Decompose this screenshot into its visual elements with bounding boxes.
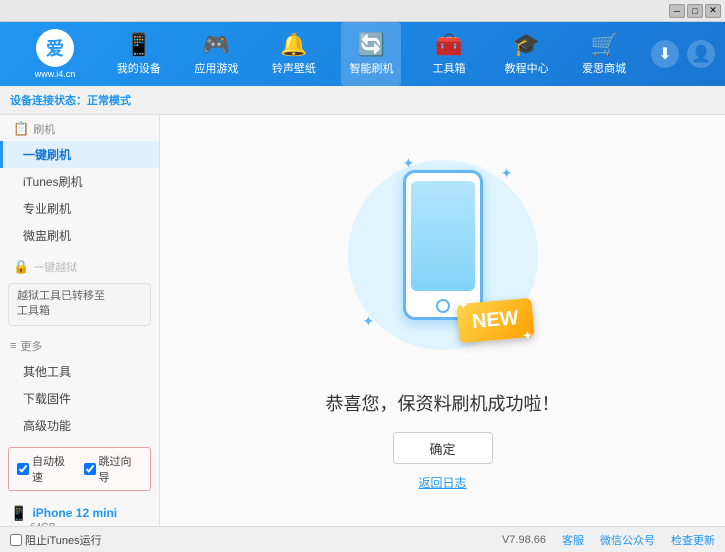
stop-itunes-label: 阻止iTunes运行: [25, 532, 102, 548]
store-icon: 🛒: [590, 32, 617, 58]
nav-my-device[interactable]: 📱 我的设备: [109, 22, 169, 86]
header: 爱 www.i4.cn 📱 我的设备 🎮 应用游戏 🔔 铃声壁纸 🔄 智能刷机 …: [0, 22, 725, 86]
apps-label: 应用游戏: [194, 60, 238, 76]
nav-apps-games[interactable]: 🎮 应用游戏: [186, 22, 246, 86]
auto-speed-input[interactable]: [17, 463, 29, 475]
my-device-icon: 📱: [125, 32, 152, 58]
nav-ringtone[interactable]: 🔔 铃声壁纸: [264, 22, 324, 86]
maximize-btn[interactable]: □: [687, 4, 703, 18]
sparkle-2: ✦: [501, 165, 513, 182]
sidebar-item-other-tools[interactable]: 其他工具: [0, 358, 159, 385]
my-device-label: 我的设备: [117, 60, 161, 76]
minimize-btn[interactable]: ─: [669, 4, 685, 18]
header-right: ⬇ 👤: [651, 40, 715, 68]
status-value: 正常模式: [87, 95, 131, 107]
apps-icon: 🎮: [203, 32, 230, 58]
ringtone-icon: 🔔: [280, 32, 307, 58]
nav-store[interactable]: 🛒 爱思商城: [574, 22, 634, 86]
account-btn[interactable]: 👤: [687, 40, 715, 68]
bottom-bar: 阻止iTunes运行 V7.98.66 客服 微信公众号 检查更新: [0, 526, 725, 552]
sidebar-item-pro-flash[interactable]: 专业刷机: [0, 195, 159, 222]
nav-toolbox[interactable]: 🧰 工具箱: [419, 22, 479, 86]
sidebar-item-itunes-flash[interactable]: iTunes刷机: [0, 168, 159, 195]
device-area: 📱 iPhone 12 mini 64GB Down-12mini-13,1: [0, 499, 159, 526]
logo-icon: 爱: [36, 29, 74, 67]
stop-itunes-input[interactable]: [10, 534, 22, 546]
jailbreak-label: 一键越狱: [33, 259, 77, 275]
wechat-link[interactable]: 微信公众号: [600, 532, 655, 548]
device-storage: 64GB: [30, 522, 149, 526]
content-area: ✦ ✦ ✦ NEW 恭喜您，保资料刷机成功啦！ 确定 返回日志: [160, 115, 725, 526]
sidebar: 📋 刷机 一键刷机 iTunes刷机 专业刷机 微盅刷机 🔒 一键越狱 越狱工具…: [0, 115, 160, 526]
stop-itunes-checkbox[interactable]: 阻止iTunes运行: [10, 532, 102, 548]
logo-area[interactable]: 爱 www.i4.cn: [10, 29, 100, 79]
tutorial-label: 教程中心: [505, 60, 549, 76]
jailbreak-section: 🔒 一键越狱: [0, 253, 159, 279]
tutorial-icon: 🎓: [513, 32, 540, 58]
pro-flash-label: 专业刷机: [23, 202, 71, 216]
update-link[interactable]: 检查更新: [671, 532, 715, 548]
download-btn[interactable]: ⬇: [651, 40, 679, 68]
downgrade-flash-label: 微盅刷机: [23, 229, 71, 243]
more-label: 更多: [20, 338, 42, 354]
support-link[interactable]: 客服: [562, 532, 584, 548]
download-firmware-label: 下载固件: [23, 392, 71, 406]
auto-speed-label: 自动极速: [32, 453, 76, 485]
smart-flash-icon: 🔄: [358, 32, 385, 58]
flash-section-title: 📋 刷机: [0, 115, 159, 141]
skip-wizard-input[interactable]: [84, 463, 96, 475]
logo-url: www.i4.cn: [35, 69, 76, 79]
nav-smart-flash[interactable]: 🔄 智能刷机: [341, 22, 401, 86]
new-badge: NEW: [456, 298, 534, 343]
bottom-left: 阻止iTunes运行: [10, 532, 502, 548]
other-tools-label: 其他工具: [23, 365, 71, 379]
back-link[interactable]: 返回日志: [418, 474, 466, 491]
jailbreak-notice: 越狱工具已转移至工具箱: [8, 283, 151, 326]
sidebar-item-downgrade-flash[interactable]: 微盅刷机: [0, 222, 159, 249]
smart-flash-label: 智能刷机: [349, 60, 393, 76]
device-status-bar: 设备连接状态：正常模式: [0, 86, 725, 115]
skip-wizard-label: 跳过向导: [99, 453, 143, 485]
more-icon: ≡: [10, 340, 16, 352]
store-label: 爱思商城: [582, 60, 626, 76]
sidebar-item-advanced[interactable]: 高级功能: [0, 412, 159, 439]
sidebar-item-one-key-flash[interactable]: 一键刷机: [0, 141, 159, 168]
sparkle-3: ✦: [363, 313, 375, 330]
nav-tutorial[interactable]: 🎓 教程中心: [497, 22, 557, 86]
toolbox-icon: 🧰: [435, 32, 462, 58]
toolbox-label: 工具箱: [433, 60, 466, 76]
flash-section-label: 刷机: [33, 121, 55, 137]
flash-section-icon: 📋: [13, 121, 29, 137]
main-area: 📋 刷机 一键刷机 iTunes刷机 专业刷机 微盅刷机 🔒 一键越狱 越狱工具…: [0, 115, 725, 526]
phone-screen: [411, 181, 475, 291]
ringtone-label: 铃声壁纸: [272, 60, 316, 76]
sidebar-item-download-firmware[interactable]: 下载固件: [0, 385, 159, 412]
title-bar: ─ □ ✕: [0, 0, 725, 22]
phone-home-btn: [436, 299, 450, 313]
skip-wizard-checkbox[interactable]: 跳过向导: [84, 453, 143, 485]
phone-illustration: ✦ ✦ ✦ NEW: [343, 150, 543, 370]
more-section-title: ≡ 更多: [0, 332, 159, 358]
version-text: V7.98.66: [502, 534, 546, 546]
bottom-right: V7.98.66 客服 微信公众号 检查更新: [502, 532, 715, 548]
auto-speed-checkbox[interactable]: 自动极速: [17, 453, 76, 485]
one-key-flash-label: 一键刷机: [23, 148, 71, 162]
confirm-button[interactable]: 确定: [393, 432, 493, 464]
phone-icon: 📱: [10, 505, 27, 522]
close-btn[interactable]: ✕: [705, 4, 721, 18]
itunes-flash-label: iTunes刷机: [23, 175, 83, 189]
device-name: iPhone 12 mini: [32, 506, 117, 520]
notice-text: 越狱工具已转移至工具箱: [17, 290, 105, 317]
phone-shape: [403, 170, 483, 320]
sparkle-1: ✦: [403, 155, 415, 172]
status-label: 设备连接状态：: [10, 95, 87, 107]
lock-icon: 🔒: [13, 259, 29, 275]
success-message: 恭喜您，保资料刷机成功啦！: [326, 390, 560, 416]
checkbox-area: 自动极速 跳过向导: [8, 447, 151, 491]
nav-items: 📱 我的设备 🎮 应用游戏 🔔 铃声壁纸 🔄 智能刷机 🧰 工具箱 🎓 教程中心…: [100, 22, 643, 86]
advanced-label: 高级功能: [23, 419, 71, 433]
